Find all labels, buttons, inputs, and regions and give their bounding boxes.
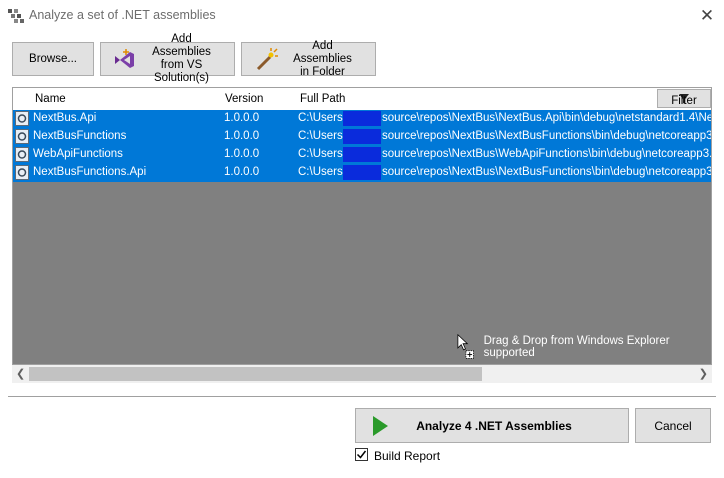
scroll-left-icon[interactable]: ❮ — [16, 367, 25, 380]
scrollbar-thumb[interactable] — [29, 367, 482, 381]
filter-label: Filter — [671, 95, 697, 107]
horizontal-scrollbar[interactable]: ❮ ❯ — [12, 365, 712, 383]
add-vs-label: Add Assemblies from VS Solution(s) — [141, 33, 228, 85]
row-path-suffix: source\repos\NextBus\NextBus.Api\bin\deb… — [382, 112, 712, 124]
row-name: WebApiFunctions — [33, 148, 123, 160]
row-path-suffix: source\repos\NextBus\WebApiFunctions\bin… — [382, 148, 712, 160]
divider — [8, 396, 716, 397]
add-folder-label-line2: in Folder — [300, 65, 345, 78]
grid-header: Name Version Full Path Filter — [13, 88, 711, 110]
window-title: Analyze a set of .NET assemblies — [29, 8, 216, 22]
table-row[interactable]: WebApiFunctions 1.0.0.0 C:\Users source\… — [13, 146, 711, 164]
row-name: NextBusFunctions — [33, 130, 127, 142]
analyze-label: Analyze 4 .NET Assemblies — [416, 418, 572, 433]
checkmark-icon — [356, 450, 367, 459]
add-folder-label: Add Assemblies in Folder — [282, 40, 369, 79]
scroll-right-icon[interactable]: ❯ — [699, 367, 708, 380]
column-header-name[interactable]: Name — [35, 93, 66, 105]
title-bar: Analyze a set of .NET assemblies ✕ — [0, 0, 724, 32]
assemblies-grid[interactable]: Name Version Full Path Filter NextBus.Ap… — [12, 87, 712, 365]
row-name: NextBus.Api — [33, 112, 97, 124]
build-report-checkbox[interactable] — [355, 448, 368, 461]
row-path-prefix: C:\Users — [298, 166, 343, 178]
row-path-suffix: source\repos\NextBus\NextBusFunctions\bi… — [382, 130, 712, 142]
assembly-icon — [15, 129, 29, 144]
redaction-mark — [343, 111, 381, 126]
row-name: NextBusFunctions.Api — [33, 166, 147, 178]
drag-drop-hint: Drag & Drop from Windows Explorer suppor… — [456, 333, 711, 361]
add-folder-label-line1: Add Assemblies — [293, 39, 352, 65]
row-path-suffix: source\repos\NextBus\NextBusFunctions\bi… — [382, 166, 712, 178]
redaction-mark — [343, 165, 381, 180]
assembly-icon — [15, 165, 29, 180]
redaction-mark — [343, 129, 381, 144]
add-from-vs-solution-button[interactable]: Add Assemblies from VS Solution(s) — [100, 33, 235, 84]
drag-drop-text: Drag & Drop from Windows Explorer suppor… — [483, 335, 670, 359]
column-header-version[interactable]: Version — [225, 93, 263, 105]
build-report-label[interactable]: Build Report — [374, 449, 440, 463]
row-path-prefix: C:\Users — [298, 112, 343, 124]
close-icon[interactable]: ✕ — [690, 0, 724, 32]
visual-studio-wand-icon — [115, 49, 134, 68]
cancel-button[interactable]: Cancel — [635, 408, 711, 443]
add-vs-label-line2: from VS Solution(s) — [154, 59, 209, 84]
assembly-icon — [15, 147, 29, 162]
row-path-prefix: C:\Users — [298, 130, 343, 142]
filter-button[interactable]: Filter — [657, 89, 711, 108]
drag-cursor-icon — [457, 333, 474, 359]
redaction-mark — [343, 147, 381, 162]
table-row[interactable]: NextBus.Api 1.0.0.0 C:\Users source\repo… — [13, 110, 711, 128]
analyze-button[interactable]: Analyze 4 .NET Assemblies — [355, 408, 629, 443]
column-header-full-path[interactable]: Full Path — [300, 93, 345, 105]
folder-wand-icon — [256, 48, 278, 71]
browse-button[interactable]: Browse... — [12, 42, 94, 76]
play-icon — [373, 415, 388, 436]
assembly-icon — [15, 111, 29, 126]
add-from-folder-button[interactable]: Add Assemblies in Folder — [241, 40, 376, 79]
row-path-prefix: C:\Users — [298, 148, 343, 160]
app-icon — [8, 9, 24, 23]
row-version: 1.0.0.0 — [224, 112, 260, 124]
browse-label: Browse... — [29, 52, 77, 65]
add-vs-label-line1: Add Assemblies — [152, 33, 211, 58]
row-version: 1.0.0.0 — [224, 148, 260, 160]
row-version: 1.0.0.0 — [224, 166, 260, 178]
table-row[interactable]: NextBusFunctions 1.0.0.0 C:\Users source… — [13, 128, 711, 146]
row-version: 1.0.0.0 — [224, 130, 260, 142]
table-row[interactable]: NextBusFunctions.Api 1.0.0.0 C:\Users so… — [13, 164, 711, 182]
